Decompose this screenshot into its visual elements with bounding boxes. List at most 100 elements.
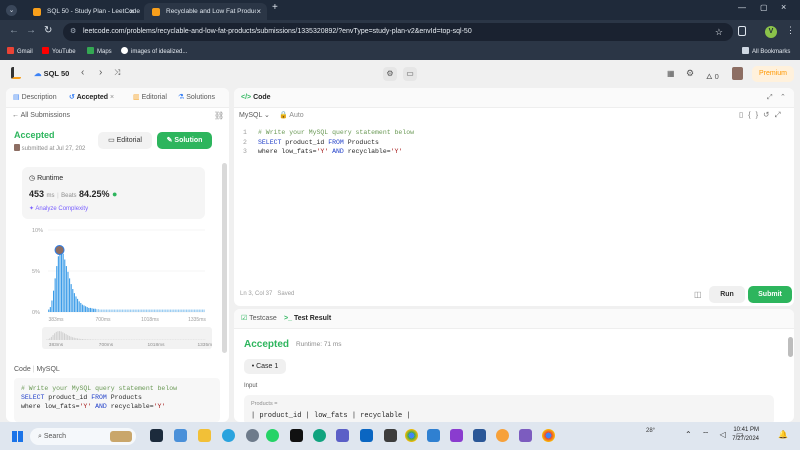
site-info-icon[interactable]: ⚙ [70, 23, 76, 41]
auto-mode[interactable]: 🔒 Auto [279, 111, 304, 119]
close-tab-icon[interactable]: × [110, 94, 114, 101]
histogram-bar [126, 309, 128, 312]
table-header: | product_id | low_fats | recyclable | [251, 412, 411, 420]
histogram-bar [153, 309, 156, 312]
bookmark-youtube[interactable]: YouTube [42, 44, 76, 60]
teams-icon[interactable] [336, 429, 349, 442]
leetcode-logo-icon[interactable] [11, 67, 21, 79]
histogram-bar [120, 309, 122, 312]
histogram-bar [152, 309, 154, 312]
bookmark-star-icon[interactable]: ☆ [715, 23, 723, 41]
tab-solutions[interactable]: ⚗ Solutions [178, 88, 215, 108]
bookmark-icon[interactable]: ▯ [739, 110, 748, 119]
left-scrollbar[interactable] [222, 163, 227, 353]
tab-test-result[interactable]: >_ Test Result [284, 309, 331, 329]
settings-app-icon[interactable] [246, 429, 259, 442]
task-view-icon[interactable] [150, 429, 163, 442]
code-editor-panel: </> Code ⤢ ⌃ MySQL ⌄ 🔒 Auto ▯{}↺⤢ 1 2 3 … [234, 88, 794, 306]
copilot-icon[interactable] [496, 429, 509, 442]
vscode-icon[interactable] [427, 429, 440, 442]
console-icon[interactable]: ◫ [694, 290, 702, 299]
more-menu-icon[interactable]: ⋮ [786, 25, 795, 36]
browser-tab[interactable]: SQL 50 - Study Plan - LeetCode × [25, 3, 140, 20]
taskbar-search[interactable]: ⌕ Search [30, 428, 136, 445]
overview-tick-label: 383ms [49, 342, 64, 348]
analyze-complexity-link[interactable]: ✦ Analyze Complexity [29, 205, 88, 212]
tab-search-icon[interactable]: ⌄ [6, 5, 17, 16]
app-icon[interactable] [384, 429, 397, 442]
solution-button[interactable]: ✎ Solution [157, 132, 212, 149]
close-tab-icon[interactable]: × [129, 3, 134, 20]
forward-icon[interactable]: → [26, 25, 36, 36]
whatsapp-icon[interactable] [266, 429, 279, 442]
tab-description[interactable]: ▤ Description [13, 88, 57, 108]
notion-icon[interactable] [290, 429, 303, 442]
minimize-icon[interactable]: — [738, 3, 746, 12]
telegram-icon[interactable] [222, 429, 235, 442]
language-select[interactable]: MySQL ⌄ [239, 111, 270, 119]
editorial-button[interactable]: ▭ Editorial [98, 132, 152, 149]
lock-icon: 🔒 [279, 112, 288, 119]
profile-avatar[interactable]: V [765, 26, 777, 38]
premium-button[interactable]: Premium [752, 66, 794, 82]
bookmark-maps[interactable]: Maps [87, 44, 112, 60]
all-submissions-link[interactable]: ← All Submissions [12, 112, 70, 119]
url-field[interactable]: ⚙ leetcode.com/problems/recyclable-and-l… [63, 23, 733, 41]
all-bookmarks[interactable]: All Bookmarks [742, 44, 790, 60]
next-problem-icon[interactable]: › [99, 67, 102, 78]
chrome-profile-icon[interactable] [542, 429, 555, 442]
notification-icon[interactable]: 🔔 [778, 430, 788, 439]
new-tab-button[interactable]: + [272, 2, 278, 13]
weather-widget[interactable]: 28° [646, 428, 655, 434]
undo-icon[interactable]: ↺ [763, 110, 774, 119]
study-plan-link[interactable]: ☁ SQL 50 [34, 69, 69, 78]
chatgpt-icon[interactable] [313, 429, 326, 442]
windows-start-icon[interactable] [12, 431, 23, 442]
visual-studio-icon[interactable] [450, 429, 463, 442]
notes-icon[interactable]: ▭ [403, 67, 417, 81]
overview-bar [70, 336, 72, 340]
result-scrollbar[interactable] [788, 337, 793, 357]
extensions-icon[interactable] [738, 26, 746, 36]
expand-icon[interactable]: ⤢ [774, 110, 785, 119]
close-window-icon[interactable]: × [781, 2, 786, 12]
shuffle-icon[interactable]: ⤨ [114, 68, 120, 78]
tab-editorial[interactable]: ▥ Editorial [133, 88, 167, 108]
histogram-bar [187, 309, 189, 312]
code-editor[interactable]: # Write your MySQL query statement below… [258, 128, 778, 278]
bookmark-gmail[interactable]: Gmail [7, 44, 33, 60]
back-icon[interactable]: ← [9, 25, 19, 36]
editorial-icon: ▥ [133, 94, 140, 101]
linkedin-icon[interactable] [360, 429, 373, 442]
app-icon[interactable] [519, 429, 532, 442]
settings-icon[interactable]: ⚙ [686, 68, 694, 79]
reload-icon[interactable]: ↻ [44, 25, 52, 36]
file-explorer-icon[interactable] [198, 429, 211, 442]
debug-icon[interactable]: ⚙ [383, 67, 397, 81]
folder-icon [742, 47, 749, 54]
submit-button[interactable]: Submit [748, 286, 792, 303]
run-button[interactable]: Run [709, 286, 745, 303]
x-tick-label: 383ms [48, 317, 64, 323]
bookmark-images[interactable]: images of idealized... [121, 44, 187, 60]
user-avatar[interactable] [732, 67, 743, 80]
layout-icon[interactable]: ▦ [667, 69, 675, 78]
widgets-icon[interactable] [174, 429, 187, 442]
browser-tab-active[interactable]: Recyclable and Low Fat Products × [144, 3, 267, 20]
streak-counter[interactable]: 🜂 0 [706, 69, 719, 84]
histogram-bar [67, 271, 69, 312]
link-icon[interactable]: ⛓ [214, 111, 224, 120]
prev-problem-icon[interactable]: ‹ [81, 67, 84, 78]
tab-accepted[interactable]: ↺ Accepted × [69, 88, 114, 108]
close-tab-icon[interactable]: × [256, 3, 261, 20]
case-1-tab[interactable]: • Case 1 [244, 359, 286, 374]
submission-status: Accepted [14, 130, 55, 140]
maximize-icon[interactable]: ▢ [760, 3, 768, 12]
tab-testcase[interactable]: ☑ Testcase [241, 309, 277, 329]
clock[interactable]: 10:41 PM 7/27/2024 [727, 426, 759, 444]
chrome-icon[interactable] [405, 429, 418, 442]
fullscreen-icon[interactable]: ⤢ [767, 88, 773, 108]
braces-icon[interactable]: {} [748, 110, 763, 119]
collapse-icon[interactable]: ⌃ [780, 88, 786, 108]
word-icon[interactable] [473, 429, 486, 442]
